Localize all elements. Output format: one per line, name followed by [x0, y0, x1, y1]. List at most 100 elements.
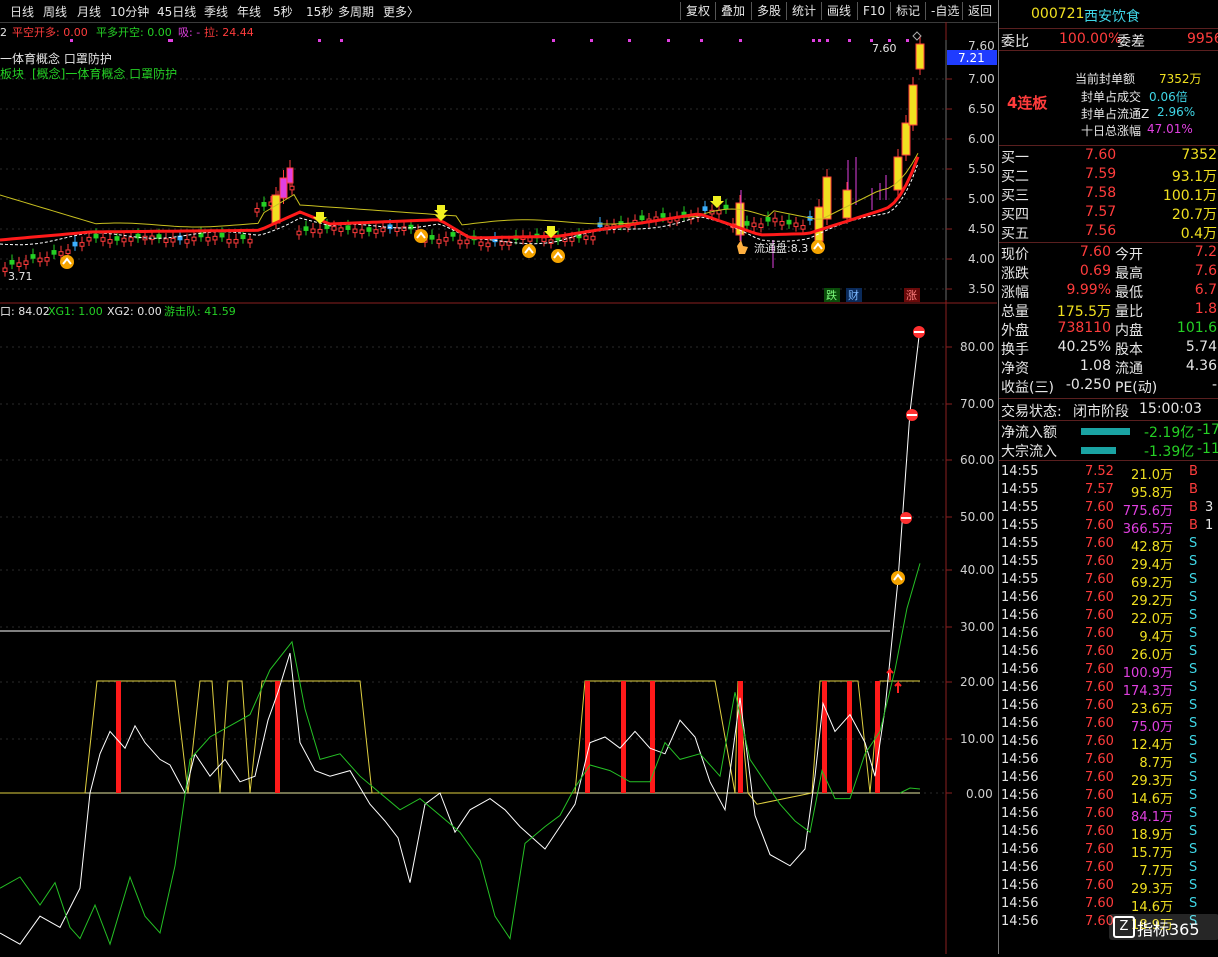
quote-label-2: PE(动): [1115, 380, 1158, 396]
period-more-menu[interactable]: 更多〉: [383, 3, 419, 20]
tick-price: 7.60: [1085, 752, 1114, 767]
tick-price: 7.60: [1085, 554, 1114, 569]
statistics-button[interactable]: 统计: [786, 2, 821, 20]
tick-volume: 100.9万: [1122, 666, 1173, 681]
candle-body: [800, 225, 806, 230]
limit-up-candle: [822, 176, 832, 220]
tick-row[interactable]: 14:56 7.60 8.7万 S: [999, 752, 1218, 771]
quote-value-2: 7.2: [1194, 244, 1217, 260]
f10-button[interactable]: F10: [857, 2, 890, 20]
tick-row[interactable]: 14:56 7.60 23.6万 S: [999, 698, 1218, 717]
tick-row[interactable]: 14:55 7.57 95.8万 B: [999, 482, 1218, 501]
overlay-button[interactable]: 叠加: [715, 2, 750, 20]
bid-level-price: 7.56: [1085, 223, 1117, 239]
tick-row[interactable]: 14:56 7.60 14.6万 S: [999, 896, 1218, 915]
limit-up-candle: [915, 43, 925, 70]
tick-row[interactable]: 14:55 7.60 69.2万 S: [999, 572, 1218, 591]
quote-label: 净资: [1001, 361, 1029, 377]
chart-area[interactable]: 2 平空开多: 0.00 平多开空: 0.00 吸: - 拉: 24.44 一体…: [0, 22, 998, 954]
tick-row[interactable]: 14:56 7.60 100.9万 S: [999, 662, 1218, 681]
watermark-logo-icon: Z: [1113, 916, 1135, 938]
signal-dot: [590, 39, 593, 42]
tick-row[interactable]: 14:55 7.60 775.6万 B 3: [999, 500, 1218, 519]
period-quarter-tab[interactable]: 季线: [204, 3, 228, 20]
tick-row[interactable]: 14:55 7.52 21.0万 B: [999, 464, 1218, 483]
float-share-label: 流通盘:8.3: [754, 241, 808, 255]
adjust-button[interactable]: 复权: [680, 2, 715, 20]
tick-side: B: [1189, 500, 1198, 515]
period-year-tab[interactable]: 年线: [237, 3, 261, 20]
chart-canvas[interactable]: 2 平空开多: 0.00 平多开空: 0.00 吸: - 拉: 24.44 一体…: [0, 22, 998, 954]
quote-panel: 000721 西安饮食 委比 100.00% 委差 9956 4连板 当前封单额…: [998, 0, 1218, 954]
red-arrow-icon: [894, 680, 902, 693]
tick-price: 7.60: [1085, 734, 1114, 749]
period-multi-tab[interactable]: 多周期: [338, 3, 374, 20]
multi-stock-button[interactable]: 多股: [751, 2, 786, 20]
quote-value-2: 7.6: [1194, 263, 1217, 279]
tick-row[interactable]: 14:55 7.60 42.8万 S: [999, 536, 1218, 555]
tick-side: S: [1189, 788, 1198, 803]
quote-value: 175.5万: [1056, 304, 1111, 320]
tick-row[interactable]: 14:56 7.60 15.7万 S: [999, 842, 1218, 861]
tick-row[interactable]: 14:55 7.60 366.5万 B 1: [999, 518, 1218, 537]
stock-name[interactable]: 西安饮食: [1084, 6, 1140, 26]
tick-row[interactable]: 14:56 7.60 9.4万 S: [999, 626, 1218, 645]
tick-row[interactable]: 14:56 7.60 174.3万 S: [999, 680, 1218, 699]
signal-dot: [812, 39, 815, 42]
tick-row[interactable]: 14:56 7.60 29.3万 S: [999, 878, 1218, 897]
tick-row[interactable]: 14:56 7.60 29.2万 S: [999, 590, 1218, 609]
trade-status-label: 交易状态:: [1001, 404, 1062, 420]
tick-volume: 14.6万: [1131, 792, 1173, 807]
candle-body: [478, 241, 484, 247]
tick-row[interactable]: 14:56 7.60 22.0万 S: [999, 608, 1218, 627]
tick-time: 14:56: [1001, 680, 1039, 695]
signal-dot: [552, 39, 555, 42]
quote-value-2: -: [1211, 377, 1217, 393]
stock-code[interactable]: 000721: [1031, 6, 1084, 22]
quote-value-2: 101.6: [1176, 320, 1217, 336]
signal-dot: [906, 39, 909, 42]
tick-side: S: [1189, 626, 1198, 641]
candle-body: [93, 233, 99, 239]
candle-body: [65, 249, 71, 255]
period-10min-tab[interactable]: 10分钟: [110, 3, 149, 20]
indicator-markers: [886, 326, 925, 693]
tick-volume: 8.7万: [1139, 756, 1173, 771]
period-5s-tab[interactable]: 5秒: [273, 3, 293, 20]
tick-row[interactable]: 14:56 7.60 14.6万 S: [999, 788, 1218, 807]
period-weekly-tab[interactable]: 周线: [43, 3, 67, 20]
lower-legend-xg1: XG1: 1.00: [48, 305, 103, 318]
indicator-tick: 50.00: [960, 510, 994, 524]
tick-volume: 26.0万: [1131, 648, 1173, 663]
tick-time: 14:56: [1001, 770, 1039, 785]
quote-label: 总量: [1001, 304, 1029, 320]
tick-row[interactable]: 14:56 7.60 12.4万 S: [999, 734, 1218, 753]
tick-row[interactable]: 14:56 7.60 7.7万 S: [999, 860, 1218, 879]
tick-price: 7.60: [1085, 842, 1114, 857]
tick-time: 14:55: [1001, 572, 1039, 587]
back-button[interactable]: 返回: [962, 2, 997, 20]
tick-price: 7.60: [1085, 698, 1114, 713]
period-daily-tab[interactable]: 日线: [10, 3, 34, 20]
weibi-label: 委比: [1001, 34, 1029, 50]
period-15s-tab[interactable]: 15秒: [306, 3, 333, 20]
tick-row[interactable]: 14:56 7.60 29.3万 S: [999, 770, 1218, 789]
quote-label-2: 内盘: [1115, 323, 1143, 339]
tick-row[interactable]: 14:55 7.60 29.4万 S: [999, 554, 1218, 573]
tick-row[interactable]: 14:56 7.60 26.0万 S: [999, 644, 1218, 663]
tick-row[interactable]: 14:56 7.60 84.1万 S: [999, 806, 1218, 825]
tick-price: 7.60: [1085, 716, 1114, 731]
add-watchlist-button[interactable]: -自选: [925, 2, 964, 20]
tick-row[interactable]: 14:56 7.60 75.0万 S: [999, 716, 1218, 735]
watermark-text: 指标365: [1137, 920, 1200, 939]
candle-body: [261, 202, 267, 207]
indicator-bar: [847, 681, 852, 793]
period-monthly-tab[interactable]: 月线: [77, 3, 101, 20]
tick-row[interactable]: 14:56 7.60 18.9万 S: [999, 824, 1218, 843]
mark-button[interactable]: 标记: [890, 2, 925, 20]
draw-line-button[interactable]: 画线: [821, 2, 856, 20]
period-45day-tab[interactable]: 45日线: [157, 3, 196, 20]
hand-cursor-icon: [737, 240, 748, 254]
upper-legend-absorb: 吸: -: [178, 26, 200, 39]
limit-up-candle: [279, 177, 288, 199]
